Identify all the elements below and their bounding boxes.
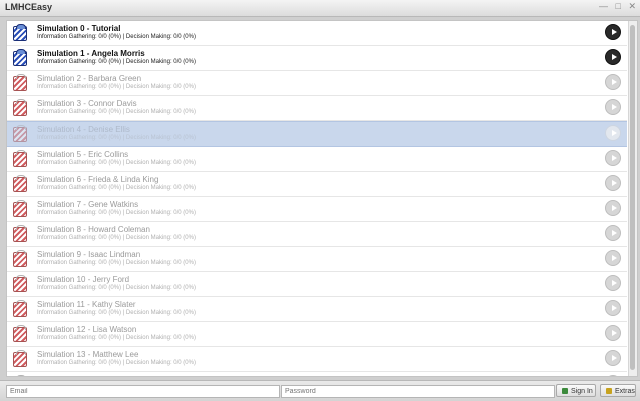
simulation-name: Simulation 11 - Kathy Slater: [37, 300, 136, 309]
play-icon[interactable]: [605, 99, 621, 115]
sign-in-button[interactable]: Sign In: [556, 384, 596, 397]
simulation-stats: Information Gathering: 0/0 (0%) | Decisi…: [37, 235, 196, 241]
simulation-row[interactable]: Simulation 7 - Gene Watkins Information G…: [7, 197, 627, 222]
locked-case-icon: [13, 275, 27, 292]
locked-case-icon: [13, 300, 27, 317]
locked-case-icon: [13, 225, 27, 242]
simulation-row[interactable]: Simulation 14 - Maria LopezInformation G…: [7, 372, 627, 376]
simulation-stats: Information Gathering: 0/0 (0%) | Decisi…: [37, 185, 196, 191]
minimize-icon[interactable]: —: [599, 1, 608, 11]
simulation-row[interactable]: Simulation 3 - Connor Davis Information G…: [7, 96, 627, 121]
simulation-name: Simulation 14 - Maria Lopez: [37, 375, 137, 376]
login-bar: Sign In Extras: [0, 380, 640, 401]
close-icon[interactable]: ✕: [628, 1, 636, 11]
locked-case-icon: [13, 150, 27, 167]
play-icon[interactable]: [605, 375, 621, 376]
simulation-stats: Information Gathering: 0/0 (0%) | Decisi…: [37, 109, 196, 115]
play-icon[interactable]: [605, 325, 621, 341]
simulation-row[interactable]: Simulation 4 - Denise Ellis Information G…: [7, 121, 627, 147]
sign-in-icon: [562, 388, 568, 394]
simulation-stats: Information Gathering: 0/0 (0%) | Decisi…: [37, 34, 196, 40]
simulation-name: Simulation 0 - Tutorial: [37, 24, 121, 33]
simulation-stats: Information Gathering: 0/0 (0%) | Decisi…: [37, 335, 196, 341]
play-icon[interactable]: [605, 250, 621, 266]
password-input[interactable]: [281, 385, 555, 398]
simulation-name: Simulation 7 - Gene Watkins: [37, 200, 139, 209]
locked-case-icon: [13, 125, 27, 142]
play-icon[interactable]: [605, 125, 621, 141]
locked-case-icon: [13, 325, 27, 342]
play-icon[interactable]: [605, 350, 621, 366]
simulation-stats: Information Gathering: 0/0 (0%) | Decisi…: [37, 260, 196, 266]
locked-case-icon: [13, 350, 27, 367]
simulation-row[interactable]: Simulation 11 - Kathy Slater Information …: [7, 297, 627, 322]
simulation-row[interactable]: Simulation 8 - Howard Coleman Information…: [7, 222, 627, 247]
play-icon[interactable]: [605, 200, 621, 216]
simulation-row[interactable]: Simulation 0 - Tutorial Information Gathe…: [7, 21, 627, 46]
locked-case-icon: [13, 200, 27, 217]
locked-case-icon: [13, 250, 27, 267]
play-icon[interactable]: [605, 49, 621, 65]
play-icon[interactable]: [605, 175, 621, 191]
simulation-row[interactable]: Simulation 5 - Eric Collins Information G…: [7, 147, 627, 172]
play-icon[interactable]: [605, 225, 621, 241]
extras-icon: [606, 388, 612, 394]
simulation-name: Simulation 9 - Isaac Lindman: [37, 250, 141, 259]
simulation-stats: Information Gathering: 0/0 (0%) | Decisi…: [37, 210, 196, 216]
simulation-stats: Information Gathering: 0/0 (0%) | Decisi…: [37, 360, 196, 366]
play-icon[interactable]: [605, 275, 621, 291]
title-bar: LMHCEasy — □ ✕: [0, 0, 640, 17]
extras-label: Extras: [615, 388, 635, 395]
simulation-name: Simulation 3 - Connor Davis: [37, 99, 137, 108]
simulation-name: Simulation 8 - Howard Coleman: [37, 225, 150, 234]
sign-in-label: Sign In: [571, 388, 593, 395]
locked-case-icon: [13, 74, 27, 91]
maximize-icon[interactable]: □: [616, 1, 621, 11]
simulation-name: Simulation 4 - Denise Ellis: [37, 125, 130, 134]
simulation-name: Simulation 13 - Matthew Lee: [37, 350, 139, 359]
extras-button[interactable]: Extras: [600, 384, 636, 397]
simulation-name: Simulation 6 - Frieda & Linda King: [37, 175, 159, 184]
play-icon[interactable]: [605, 74, 621, 90]
play-icon[interactable]: [605, 300, 621, 316]
simulation-name: Simulation 2 - Barbara Green: [37, 74, 142, 83]
simulation-stats: Information Gathering: 0/0 (0%) | Decisi…: [37, 135, 196, 141]
simulation-row[interactable]: Simulation 1 - Angela Morris Information …: [7, 46, 627, 71]
email-input[interactable]: [6, 385, 280, 398]
locked-case-icon: [13, 175, 27, 192]
simulation-row[interactable]: Simulation 2 - Barbara Green Information …: [7, 71, 627, 96]
simulation-list-panel: Simulation 0 - Tutorial Information Gathe…: [6, 20, 638, 377]
window-controls: — □ ✕: [594, 1, 636, 12]
play-icon[interactable]: [605, 24, 621, 40]
simulation-row[interactable]: Simulation 9 - Isaac Lindman Information …: [7, 247, 627, 272]
simulation-row[interactable]: Simulation 12 - Lisa Watson Information G…: [7, 322, 627, 347]
simulation-stats: Information Gathering: 0/0 (0%) | Decisi…: [37, 160, 196, 166]
simulation-name: Simulation 12 - Lisa Watson: [37, 325, 137, 334]
unlocked-case-icon: [13, 24, 27, 41]
locked-case-icon: [13, 99, 27, 116]
window-title: LMHCEasy: [5, 2, 53, 12]
simulation-list: Simulation 0 - Tutorial Information Gathe…: [7, 21, 627, 376]
simulation-stats: Information Gathering: 0/0 (0%) | Decisi…: [37, 84, 196, 90]
play-icon[interactable]: [605, 150, 621, 166]
simulation-stats: Information Gathering: 0/0 (0%) | Decisi…: [37, 59, 196, 65]
simulation-row[interactable]: Simulation 10 - Jerry Ford Information Ga…: [7, 272, 627, 297]
unlocked-case-icon: [13, 49, 27, 66]
simulation-row[interactable]: Simulation 13 - Matthew Lee Information G…: [7, 347, 627, 372]
simulation-row[interactable]: Simulation 6 - Frieda & Linda King Inform…: [7, 172, 627, 197]
simulation-name: Simulation 10 - Jerry Ford: [37, 275, 130, 284]
simulation-name: Simulation 1 - Angela Morris: [37, 49, 145, 58]
scrollbar-thumb[interactable]: [630, 25, 635, 370]
simulation-stats: Information Gathering: 0/0 (0%) | Decisi…: [37, 285, 196, 291]
simulation-stats: Information Gathering: 0/0 (0%) | Decisi…: [37, 310, 196, 316]
simulation-name: Simulation 5 - Eric Collins: [37, 150, 129, 159]
vertical-scrollbar[interactable]: [628, 21, 637, 376]
